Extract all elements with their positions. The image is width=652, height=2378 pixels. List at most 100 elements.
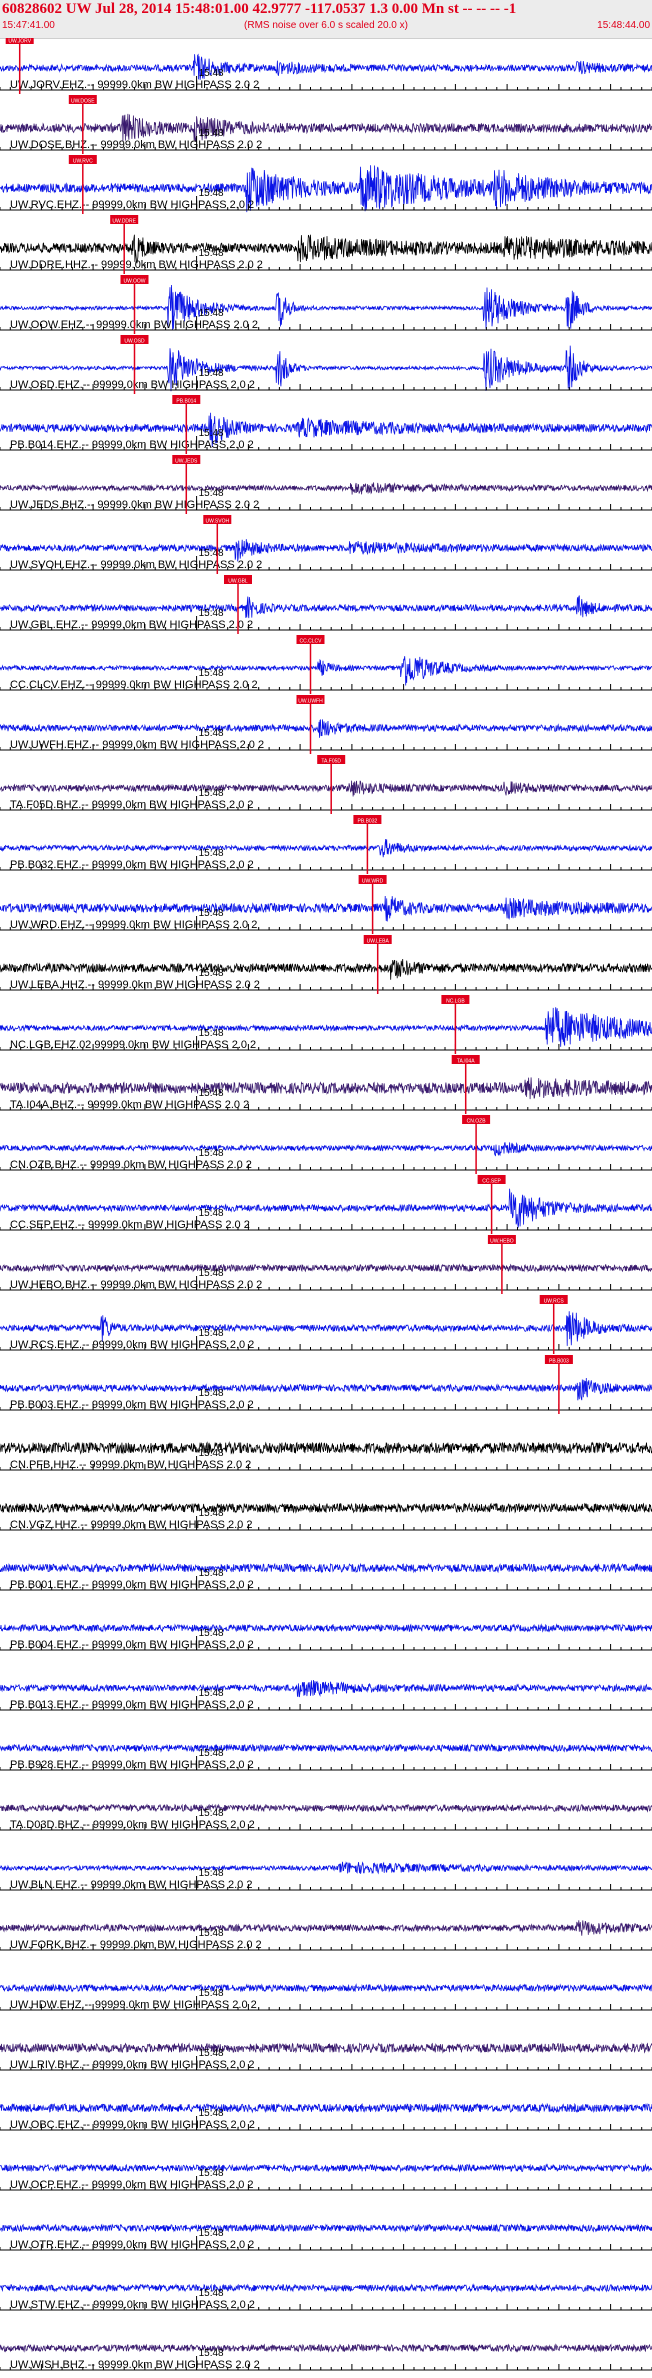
waveform — [0, 1562, 652, 1574]
waveform — [0, 1623, 652, 1633]
waveform — [0, 1803, 652, 1813]
waveform — [0, 1377, 652, 1401]
waveform — [0, 2223, 652, 2233]
trace-7: 15:48UW.JEDS.BHZ.-- 99999.0km BW HIGHPAS… — [0, 455, 652, 514]
trace-1: 15:48UW.DOSE.BHZ.-- 99999.0km BW HIGHPAS… — [0, 95, 652, 154]
channel-label: UW.JORV.EHZ.-- 99999.0km BW HIGHPASS 2.0… — [10, 79, 259, 91]
pick-label: UW.OSD — [124, 339, 145, 345]
channel-label: UW.RCS.EHZ.-- 99999.0km BW HIGHPASS 2.0 … — [10, 1339, 254, 1351]
trace-33: 15:48UW.LRIV.BHZ.-- 99999.0km BW HIGHPAS… — [0, 2042, 652, 2071]
waveform — [0, 780, 652, 797]
channel-label: UW.OCP.EHZ.-- 99999.0km BW HIGHPASS 2.0 … — [10, 2179, 254, 2191]
channel-label: UW.UWFH.EHZ.-- 99999.0km BW HIGHPASS 2.0… — [10, 739, 264, 751]
tick-label: 15:48 — [199, 1148, 224, 1159]
pick-label: UW.WRD — [362, 879, 384, 885]
waveform — [0, 2163, 652, 2173]
tick-label: 15:48 — [199, 2288, 224, 2299]
pick-label: CC.SEP — [482, 1179, 501, 1185]
pick-label: UW.HEBO — [490, 1239, 514, 1245]
window-end-time: 15:48:44.00 — [597, 20, 650, 31]
pick-label: TA.F05D — [321, 759, 341, 765]
channel-label: CN.PFB.HHZ.-- 99999.0km BW HIGHPASS 2.0 … — [10, 1459, 251, 1471]
waveform — [0, 482, 652, 495]
waveform — [0, 895, 652, 922]
tick-label: 15:48 — [199, 428, 224, 439]
tick-label: 15:48 — [199, 1568, 224, 1579]
pick-label: UW.RVC — [73, 159, 93, 165]
tick-label: 15:48 — [199, 1928, 224, 1939]
trace-32: 15:48UW.HDW.EHZ.-- 99999.0km BW HIGHPASS… — [0, 1983, 652, 2011]
tick-label: 15:48 — [199, 1448, 224, 1459]
tick-label: 15:48 — [199, 1988, 224, 1999]
waveform — [0, 719, 652, 738]
trace-10: 15:48CC.CLCV.EHZ.-- 99999.0km BW HIGHPAS… — [0, 635, 652, 694]
trace-23: 15:48CN.PFB.HHZ.-- 99999.0km BW HIGHPASS… — [0, 1441, 652, 1471]
trace-37: 15:48UW.STW.EHZ.-- 99999.0km BW HIGHPASS… — [0, 2283, 652, 2311]
trace-28: 15:48PB.B928.EHZ.-- 99999.0km BW HIGHPAS… — [0, 1743, 652, 1771]
pick-label: UW.JORV — [8, 39, 31, 45]
tick-label: 15:48 — [199, 668, 224, 679]
channel-label: UW.DDRE.HHZ.-- 99999.0km BW HIGHPASS 2.0… — [10, 259, 263, 271]
tick-label: 15:48 — [199, 1628, 224, 1639]
channel-label: UW.OBC.EHZ.-- 99999.0km BW HIGHPASS 2.0 … — [10, 2119, 255, 2131]
trace-27: 15:48PB.B013.EHZ.-- 99999.0km BW HIGHPAS… — [0, 1680, 652, 1711]
channel-label: UW.HDW.EHZ.-- 99999.0km BW HIGHPASS 2.0 … — [10, 1999, 257, 2011]
waveform — [0, 2343, 652, 2353]
seismogram-plot: 15:48UW.JORV.EHZ.-- 99999.0km BW HIGHPAS… — [0, 38, 652, 2371]
tick-label: 15:48 — [199, 2348, 224, 2359]
tick-label: 15:48 — [199, 68, 224, 79]
trace-21: 15:48UW.RCS.EHZ.-- 99999.0km BW HIGHPASS… — [0, 1295, 652, 1354]
trace-20: 15:48UW.HEBO.BHZ.-- 99999.0km BW HIGHPAS… — [0, 1235, 652, 1294]
trace-17: 15:48TA.I04A.BHZ.-- 99999.0km BW HIGHPAS… — [0, 1055, 652, 1114]
waveform — [0, 1141, 652, 1157]
tick-label: 15:48 — [199, 368, 224, 379]
tick-label: 15:48 — [199, 848, 224, 859]
pick-label: UW.SVOH — [205, 519, 229, 525]
pick-label: CN.OZB — [467, 1119, 487, 1125]
tick-label: 15:48 — [199, 788, 224, 799]
channel-label: UW.LEBA.HHZ.-- 99999.0km BW HIGHPASS 2.0… — [10, 979, 260, 991]
trace-24: 15:48CN.VGZ.HHZ.-- 99999.0km BW HIGHPASS… — [0, 1502, 652, 1531]
trace-35: 15:48UW.OCP.EHZ.-- 99999.0km BW HIGHPASS… — [0, 2163, 652, 2191]
channel-label: UW.SVOH.EHZ.-- 99999.0km BW HIGHPASS 2.0… — [10, 559, 262, 571]
tick-label: 15:48 — [199, 1508, 224, 1519]
trace-4: 15:48UW.OOW.EHZ.-- 99999.0km BW HIGHPASS… — [0, 275, 652, 334]
rms-scaling-note: (RMS noise over 6.0 s scaled 20.0 x) — [244, 20, 408, 31]
channel-label: UW.OTR.EHZ.-- 99999.0km BW HIGHPASS 2.0 … — [10, 2239, 254, 2251]
tick-label: 15:48 — [199, 608, 224, 619]
channel-label: PB.B001.EHZ.-- 99999.0km BW HIGHPASS 2.0… — [10, 1579, 254, 1591]
channel-label: TA.D03D.BHZ.-- 99999.0km BW HIGHPASS 2.0… — [10, 1819, 255, 1831]
tick-label: 15:48 — [199, 188, 224, 199]
tick-label: 15:48 — [199, 1328, 224, 1339]
waveform — [0, 2102, 652, 2114]
tick-label: 15:48 — [199, 1868, 224, 1879]
tick-label: 15:48 — [199, 728, 224, 739]
channel-label: UW.FORK.BHZ.-- 99999.0km BW HIGHPASS 2.0… — [10, 1939, 262, 1951]
trace-14: 15:48UW.WRD.EHZ.-- 99999.0km BW HIGHPASS… — [0, 875, 652, 934]
waveform — [0, 1743, 652, 1753]
trace-31: 15:48UW.FORK.BHZ.-- 99999.0km BW HIGHPAS… — [0, 1920, 652, 1951]
channel-label: UW.DOSE.BHZ.-- 99999.0km BW HIGHPASS 2.0… — [10, 139, 262, 151]
waveform — [0, 1983, 652, 1993]
trace-16: 15:48NC.LGB.EHZ.02 99999.0km BW HIGHPASS… — [0, 995, 652, 1054]
tick-label: 15:48 — [199, 1808, 224, 1819]
trace-18: 15:48CN.OZB.BHZ.-- 99999.0km BW HIGHPASS… — [0, 1115, 652, 1174]
trace-22: 15:48PB.B003.EHZ.-- 99999.0km BW HIGHPAS… — [0, 1355, 652, 1414]
waveform — [0, 113, 652, 142]
waveform — [0, 958, 652, 980]
trace-38: 15:48UW.WISH.BHZ.-- 99999.0km BW HIGHPAS… — [0, 2343, 652, 2371]
waveform — [0, 2042, 652, 2054]
waveform — [0, 595, 652, 619]
channel-label: UW.WISH.BHZ.-- 99999.0km BW HIGHPASS 2.0… — [10, 2359, 260, 2371]
waveform — [0, 1861, 652, 1875]
channel-label: CC.SEP.EHZ.-- 99999.0km BW HIGHPASS 2.0 … — [10, 1219, 250, 1231]
channel-label: UW.GBL.EHZ.-- 99999.0km BW HIGHPASS 2.0 … — [10, 619, 253, 631]
pick-label: PB.B014 — [176, 399, 196, 405]
trace-12: 15:48TA.F05D.BHZ.-- 99999.0km BW HIGHPAS… — [0, 755, 652, 814]
tick-label: 15:48 — [199, 968, 224, 979]
trace-15: 15:48UW.LEBA.HHZ.-- 99999.0km BW HIGHPAS… — [0, 935, 652, 994]
trace-11: 15:48UW.UWFH.EHZ.-- 99999.0km BW HIGHPAS… — [0, 695, 652, 754]
channel-label: CC.CLCV.EHZ.-- 99999.0km BW HIGHPASS 2.0… — [10, 679, 258, 691]
tick-label: 15:48 — [199, 1028, 224, 1039]
trace-13: 15:48PB.B032.EHZ.-- 99999.0km BW HIGHPAS… — [0, 815, 652, 874]
